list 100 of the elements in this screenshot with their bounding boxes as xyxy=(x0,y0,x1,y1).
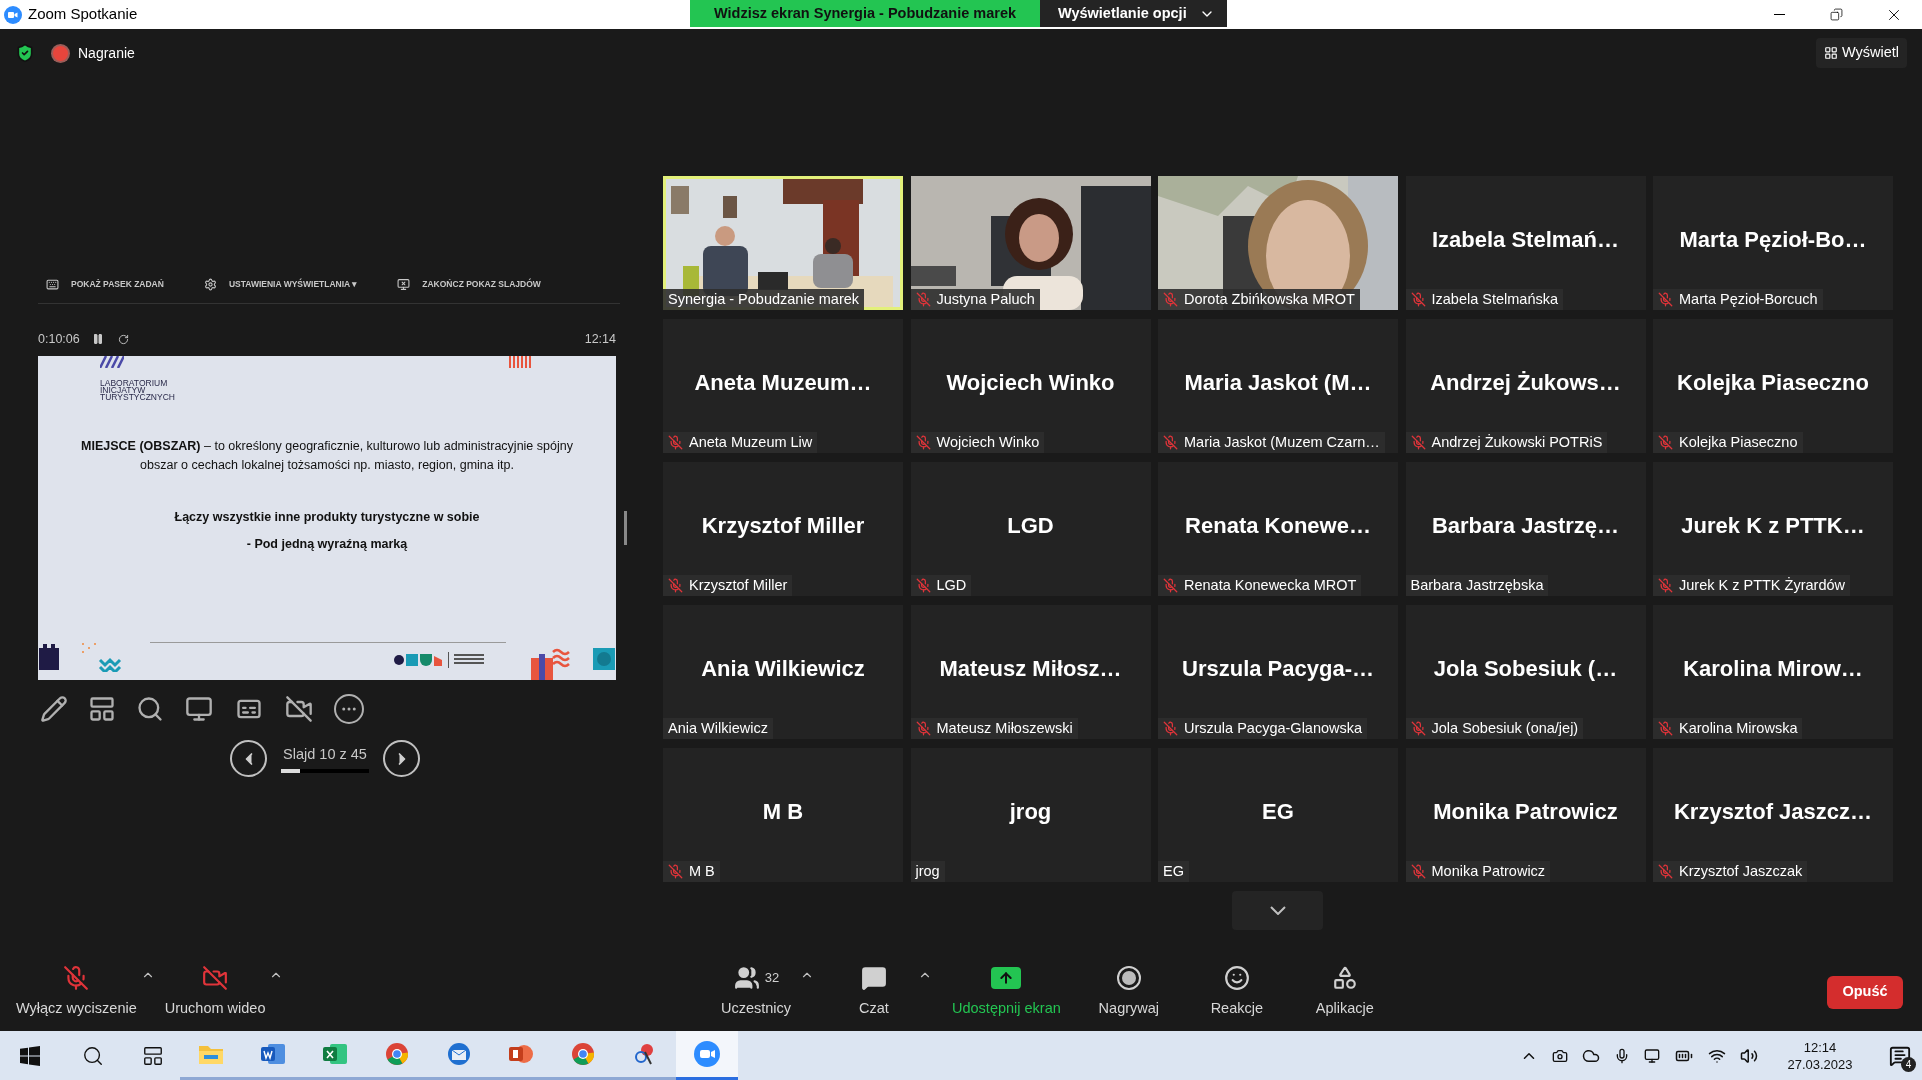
participant-name: LGD xyxy=(1007,511,1054,540)
mic-muted-icon xyxy=(1410,721,1426,736)
name-label: Izabela Stelmańska xyxy=(1405,289,1564,310)
leave-button[interactable]: Opuść xyxy=(1827,975,1903,1009)
chat-icon xyxy=(861,965,887,992)
task-view-icon[interactable] xyxy=(142,1044,164,1067)
folder-icon xyxy=(198,1043,224,1065)
search-icon[interactable] xyxy=(82,1044,104,1067)
participant-name: Marta Pęzioł-Bo… xyxy=(1679,225,1867,254)
mic-muted-icon xyxy=(1658,578,1673,593)
camera-icon[interactable] xyxy=(1552,1047,1568,1064)
volume-icon[interactable] xyxy=(1740,1046,1758,1065)
toolbar-button[interactable]: Nagrywaj xyxy=(1080,964,1177,1020)
document-icon xyxy=(260,1042,286,1066)
presenter-toolbar-button[interactable]: POKAŻ PASEK ZADAŃ xyxy=(46,278,164,291)
mail-app-icon xyxy=(447,1042,471,1066)
view-button[interactable]: Wyświetl xyxy=(1815,38,1907,68)
slides-grid-icon[interactable] xyxy=(88,695,116,723)
toolbar-button[interactable]: Wyłącz wyciszenie xyxy=(8,964,145,1020)
name-label: Krzysztof Miller xyxy=(663,575,793,596)
toolbar-button[interactable]: Uruchom wideo xyxy=(156,964,274,1020)
search-icon[interactable] xyxy=(136,695,164,723)
name-label: Renata Konewecka MROT xyxy=(1158,575,1362,596)
minimize-icon xyxy=(1774,14,1785,15)
participant-name: Izabela Stelmań… xyxy=(1431,225,1620,254)
participant-name: EG xyxy=(1262,797,1294,826)
name-label: Urszula Pacyga-Glanowska xyxy=(1158,718,1368,739)
pen-icon[interactable] xyxy=(40,695,68,723)
chevron-down-icon xyxy=(1269,906,1286,915)
toolbar-button[interactable]: Aplikacje xyxy=(1296,964,1393,1020)
notification-count: 4 xyxy=(1901,1056,1916,1072)
slide-text: Łączy wszystkie inne produkty turystyczne w sobie xyxy=(174,509,480,526)
slide-paragraph: MIEJSCE (OBSZAR) – to określony geograficznie, kulturowo lub administracyjnie spójny obszar o cechach lokalnej tożsamości np. miasto, region, gmina itp. xyxy=(80,438,574,474)
taskbar-date[interactable]: 27.03.2023 xyxy=(1787,1055,1853,1073)
stripes-icon xyxy=(508,356,532,368)
previous-slide-button[interactable] xyxy=(230,740,267,777)
participant-name: Karolina Mirow… xyxy=(1683,654,1863,683)
mic-muted-icon xyxy=(1163,721,1178,736)
toolbar-button[interactable]: Reakcje xyxy=(1188,964,1285,1020)
name-label: Jola Sobesiuk (ona/jej) xyxy=(1405,718,1584,739)
share-banner: Widzisz ekran Synergia - Pobudzanie marek xyxy=(690,0,1040,27)
participant-name: Aneta Muzeum… xyxy=(694,368,872,397)
participant-name: Maria Jaskot (M… xyxy=(1184,368,1372,397)
taskbar-time[interactable]: 12:14 xyxy=(1803,1038,1837,1056)
logo-text: INICJATYW xyxy=(100,387,146,394)
mic-muted-icon xyxy=(668,435,683,450)
name-label: LGD xyxy=(910,575,972,596)
camera-off-icon[interactable] xyxy=(284,695,314,723)
name-label: Kolejka Piaseczno xyxy=(1653,432,1803,453)
apps-icon xyxy=(1331,965,1358,992)
mic-muted-icon xyxy=(915,578,931,593)
monitor-icon xyxy=(397,278,411,291)
name-label: Justyna Paluch xyxy=(910,289,1040,310)
participant-name: Urszula Pacyga-… xyxy=(1182,654,1374,683)
microphone-icon[interactable] xyxy=(1614,1047,1630,1064)
participant-name: Wojciech Winko xyxy=(946,368,1115,397)
more-icon[interactable] xyxy=(334,694,364,724)
name-label: Krzysztof Jaszczak xyxy=(1653,861,1808,882)
taskbar-app[interactable] xyxy=(676,1031,738,1080)
name-label: Wojciech Winko xyxy=(910,432,1045,453)
start-icon[interactable] xyxy=(20,1045,40,1066)
restart-icon[interactable] xyxy=(117,333,129,345)
mic-muted-icon xyxy=(1163,578,1178,593)
participant-name: M B xyxy=(762,797,804,826)
notifications-icon[interactable] xyxy=(1889,1044,1911,1067)
presenter-toolbar-button[interactable]: ZAKOŃCZ POKAZ SLAJDÓW xyxy=(397,278,541,291)
resize-handle[interactable] xyxy=(624,511,627,545)
mic-muted-icon xyxy=(915,721,931,736)
monitor-icon[interactable] xyxy=(184,695,214,723)
mic-muted-icon xyxy=(1410,292,1426,307)
toolbar-button[interactable]: 32 Uczestnicy xyxy=(708,964,804,1020)
name-label: Marta Pęzioł-Borcuch xyxy=(1653,289,1823,310)
name-label: M B xyxy=(663,861,720,882)
presentation-icon xyxy=(508,1042,534,1066)
app-logo-icon xyxy=(4,5,22,24)
name-label: Karolina Mirowska xyxy=(1653,718,1803,739)
people-icon xyxy=(732,965,761,992)
participant-name: Kolejka Piaseczno xyxy=(1677,368,1869,397)
clock: 12:14 xyxy=(584,330,616,348)
name-label: Ania Wilkiewicz xyxy=(663,718,773,739)
spreadsheet-icon xyxy=(322,1042,348,1066)
mic-muted-icon xyxy=(1658,721,1673,736)
toolbar-button[interactable]: Czat xyxy=(826,964,922,1020)
participant-name: Andrzej Żukows… xyxy=(1430,368,1621,397)
recording-label: Nagranie xyxy=(78,43,135,63)
slide-counter: Slajd 10 z 45 xyxy=(283,745,367,765)
participant-name: Krzysztof Jaszcz… xyxy=(1673,797,1873,826)
slide-text: - Pod jedną wyraźną marką xyxy=(246,535,408,553)
next-slide-button[interactable] xyxy=(383,740,420,777)
presenter-toolbar-button[interactable]: USTAWIENIA WYŚWIETLANIA ▾ xyxy=(203,278,358,291)
view-options-button[interactable]: Wyświetlanie opcji xyxy=(1040,0,1227,27)
name-label: jrog xyxy=(910,861,945,882)
browser-icon xyxy=(385,1042,409,1066)
mic-muted-icon xyxy=(1163,435,1178,450)
mic-muted-icon xyxy=(1163,292,1178,307)
toolbar-button[interactable]: Udostępnij ekran xyxy=(944,964,1069,1020)
record-icon xyxy=(1116,966,1141,991)
pause-icon[interactable] xyxy=(91,333,104,345)
browser-icon xyxy=(571,1042,595,1066)
display-icon[interactable] xyxy=(1644,1047,1660,1064)
